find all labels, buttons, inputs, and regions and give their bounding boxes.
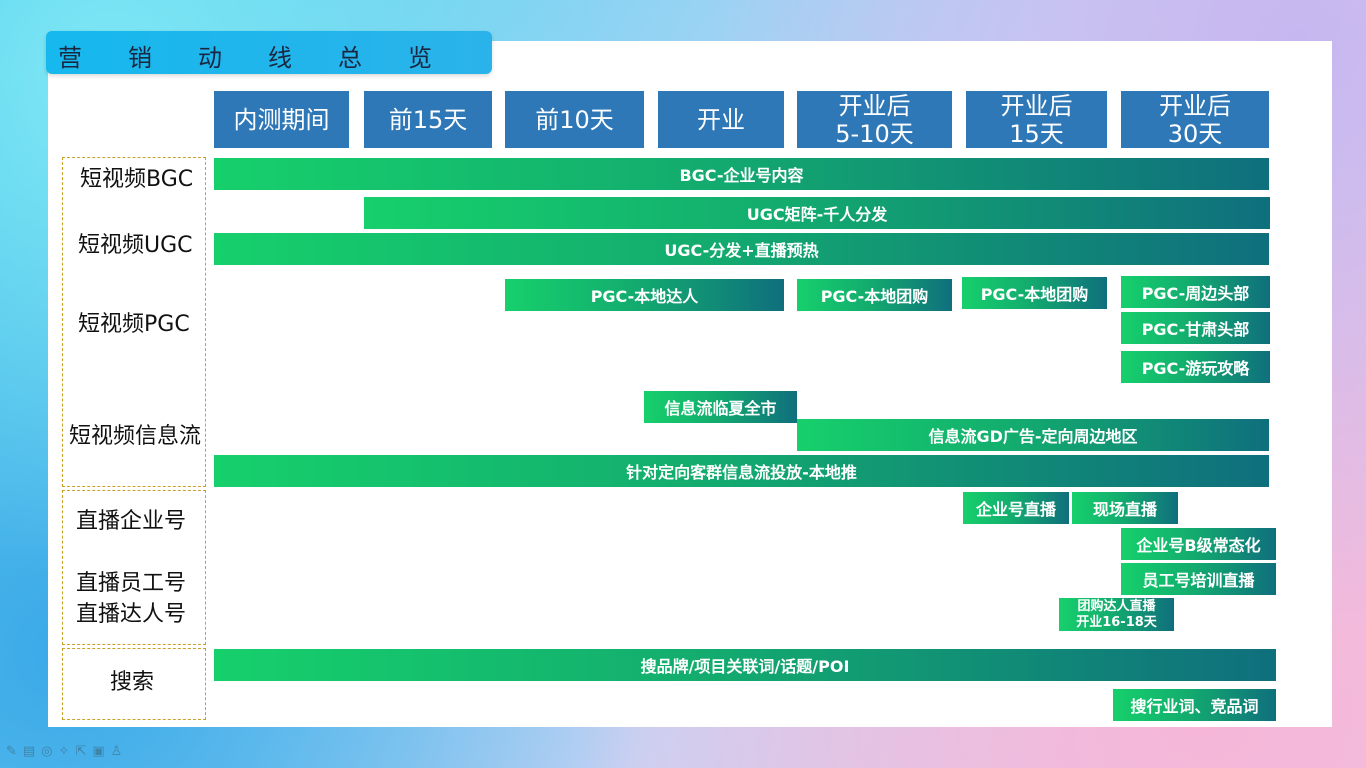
row-label-live-company: 直播企业号 — [76, 509, 187, 534]
lock-icon[interactable]: ♙ — [111, 744, 123, 759]
bar-pgc-guide: PGC-游玩攻略 — [1121, 351, 1270, 383]
bar-search-industry: 搜行业词、竞品词 — [1113, 689, 1276, 721]
bar-pgc-nearby: PGC-周边头部 — [1121, 276, 1270, 308]
column-header-10-days-before: 前10天 — [505, 91, 644, 148]
row-label-ugc: 短视频UGC — [78, 233, 193, 258]
column-header-label: 开业后 15天 — [1000, 91, 1073, 148]
column-header-label: 内测期间 — [233, 105, 330, 134]
bar-bgc: BGC-企业号内容 — [214, 158, 1269, 190]
bar-live-staff-training: 员工号培训直播 — [1121, 563, 1276, 595]
cursor-icon[interactable]: ⇱ — [75, 744, 86, 759]
column-header-label: 开业 — [697, 105, 745, 134]
column-header-after-15-days: 开业后 15天 — [966, 91, 1107, 148]
column-header-opening: 开业 — [658, 91, 784, 148]
bar-live-group-kol: 团购达人直播 开业16-18天 — [1059, 598, 1174, 631]
title-char: 动 — [198, 44, 222, 72]
bar-live-group-kol-line1: 团购达人直播 — [1077, 598, 1156, 614]
highlighter-icon[interactable]: ▤ — [23, 744, 35, 759]
row-label-search: 搜索 — [110, 670, 155, 695]
bar-feed-city: 信息流临夏全市 — [644, 391, 797, 423]
column-header-after-30-days: 开业后 30天 — [1121, 91, 1269, 148]
bar-pgc-group-2: PGC-本地团购 — [962, 277, 1107, 309]
title-char: 线 — [268, 44, 292, 72]
pointer-icon[interactable]: ✧ — [59, 744, 70, 759]
pen-icon[interactable]: ✎ — [6, 744, 17, 759]
bar-live-group-kol-line2: 开业16-18天 — [1076, 614, 1157, 630]
bar-feed-gd: 信息流GD广告-定向周边地区 — [797, 419, 1269, 451]
bar-ugc-preheat: UGC-分发+直播预热 — [214, 233, 1269, 265]
bar-live-company: 企业号直播 — [963, 492, 1069, 524]
bar-pgc-group-1: PGC-本地团购 — [797, 279, 952, 311]
slide-title: 营 销 动 线 总 览 — [46, 31, 492, 74]
bar-ugc-matrix: UGC矩阵-千人分发 — [364, 197, 1270, 229]
title-char: 营 — [58, 44, 82, 72]
column-header-internal-test: 内测期间 — [214, 91, 349, 148]
column-header-label: 前10天 — [535, 105, 614, 134]
bar-pgc-gansu: PGC-甘肃头部 — [1121, 312, 1270, 344]
row-label-live-staff: 直播员工号 — [76, 571, 187, 596]
column-header-label: 前15天 — [388, 105, 468, 134]
eraser-icon[interactable]: ◎ — [41, 744, 52, 759]
bar-feed-target: 针对定向客群信息流投放-本地推 — [214, 455, 1269, 487]
title-char: 总 — [338, 44, 362, 72]
title-char: 览 — [408, 44, 432, 72]
title-char: 销 — [128, 44, 152, 72]
camera-icon[interactable]: ▣ — [92, 744, 104, 759]
bar-search-brand: 搜品牌/项目关联词/话题/POI — [214, 649, 1276, 681]
row-label-pgc: 短视频PGC — [78, 312, 190, 337]
column-header-label: 开业后 5-10天 — [835, 91, 914, 148]
column-header-label: 开业后 30天 — [1159, 91, 1231, 148]
presenter-toolbar: ✎ ▤ ◎ ✧ ⇱ ▣ ♙ — [6, 744, 122, 759]
row-label-bgc: 短视频BGC — [80, 167, 194, 192]
row-label-feed: 短视频信息流 — [69, 424, 202, 449]
bar-live-onsite: 现场直播 — [1072, 492, 1178, 524]
column-header-15-days-before: 前15天 — [364, 91, 492, 148]
bar-live-b-level: 企业号B级常态化 — [1121, 528, 1276, 560]
bar-pgc-local-kol: PGC-本地达人 — [505, 279, 784, 311]
column-header-after-5-10-days: 开业后 5-10天 — [797, 91, 952, 148]
row-label-live-kol: 直播达人号 — [76, 602, 187, 627]
